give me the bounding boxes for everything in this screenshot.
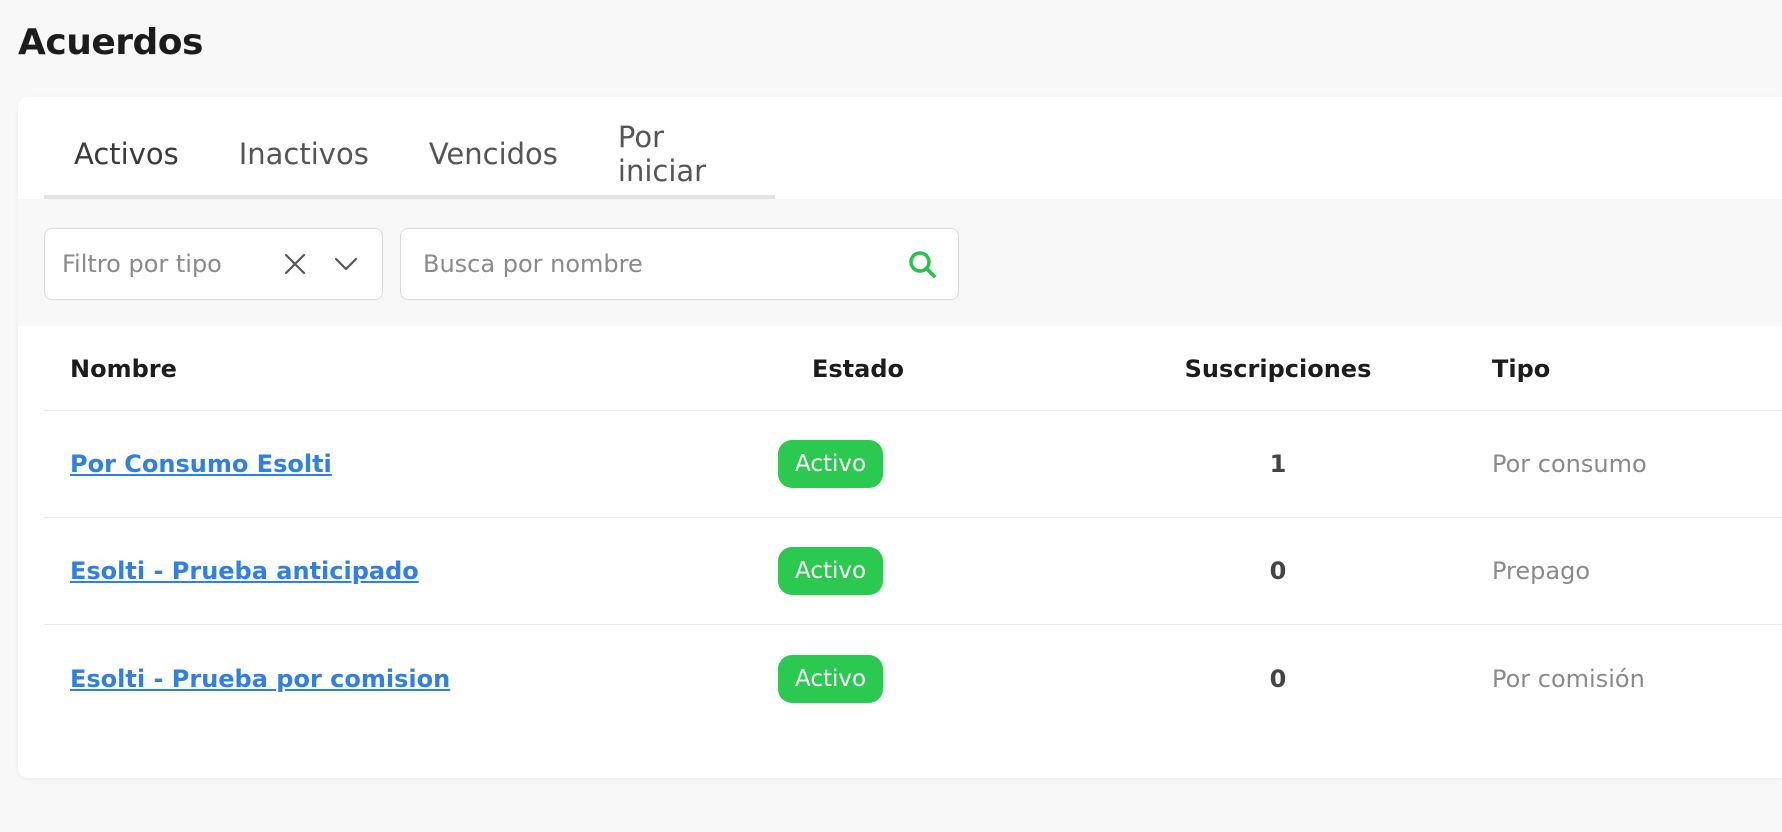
search-icon[interactable] [902, 244, 942, 284]
agreement-type: Por consumo [1492, 450, 1647, 478]
tab-vencidos[interactable]: Vencidos [399, 97, 588, 199]
header-name: Nombre [70, 355, 177, 383]
agreement-type: Por comisión [1492, 664, 1645, 693]
table-row: Esolti - Prueba por comision Activo 0 Po… [44, 625, 1782, 732]
header-state: Estado [812, 355, 905, 383]
tab-bar: Activos Inactivos Vencidos Por iniciar [44, 97, 775, 203]
agreements-table: Nombre Estado Suscripciones Tipo Por Con… [44, 326, 1782, 732]
search-input[interactable] [401, 229, 902, 299]
tab-activos[interactable]: Activos [44, 97, 209, 203]
subscriptions-count: 0 [1269, 664, 1287, 693]
search-field [400, 228, 959, 300]
agreement-name-link[interactable]: Por Consumo Esolti [70, 450, 332, 478]
table-row: Por Consumo Esolti Activo 1 Por consumo [44, 411, 1782, 518]
agreement-type: Prepago [1492, 557, 1591, 585]
table-header: Nombre Estado Suscripciones Tipo [44, 326, 1782, 411]
filter-bar: Filtro por tipo [18, 199, 1782, 326]
status-badge: Activo [778, 547, 884, 595]
header-subscriptions: Suscripciones [1184, 355, 1372, 383]
page-title: Acuerdos [18, 22, 203, 63]
status-badge: Activo [778, 440, 884, 488]
agreements-card: Activos Inactivos Vencidos Por iniciar F… [18, 97, 1782, 778]
chevron-down-icon[interactable] [326, 244, 366, 284]
type-filter-select[interactable]: Filtro por tipo [44, 228, 383, 300]
agreement-name-link[interactable]: Esolti - Prueba por comision [70, 665, 450, 693]
tab-inactivos[interactable]: Inactivos [209, 97, 399, 199]
agreement-name-link[interactable]: Esolti - Prueba anticipado [70, 557, 419, 585]
close-icon[interactable] [275, 244, 315, 284]
tab-por-iniciar[interactable]: Por iniciar [588, 97, 775, 199]
header-type: Tipo [1492, 355, 1551, 383]
table-row: Esolti - Prueba anticipado Activo 0 Prep… [44, 518, 1782, 625]
subscriptions-count: 1 [1269, 450, 1287, 478]
status-badge: Activo [778, 654, 884, 703]
type-filter-placeholder: Filtro por tipo [62, 250, 222, 278]
subscriptions-count: 0 [1269, 557, 1287, 585]
